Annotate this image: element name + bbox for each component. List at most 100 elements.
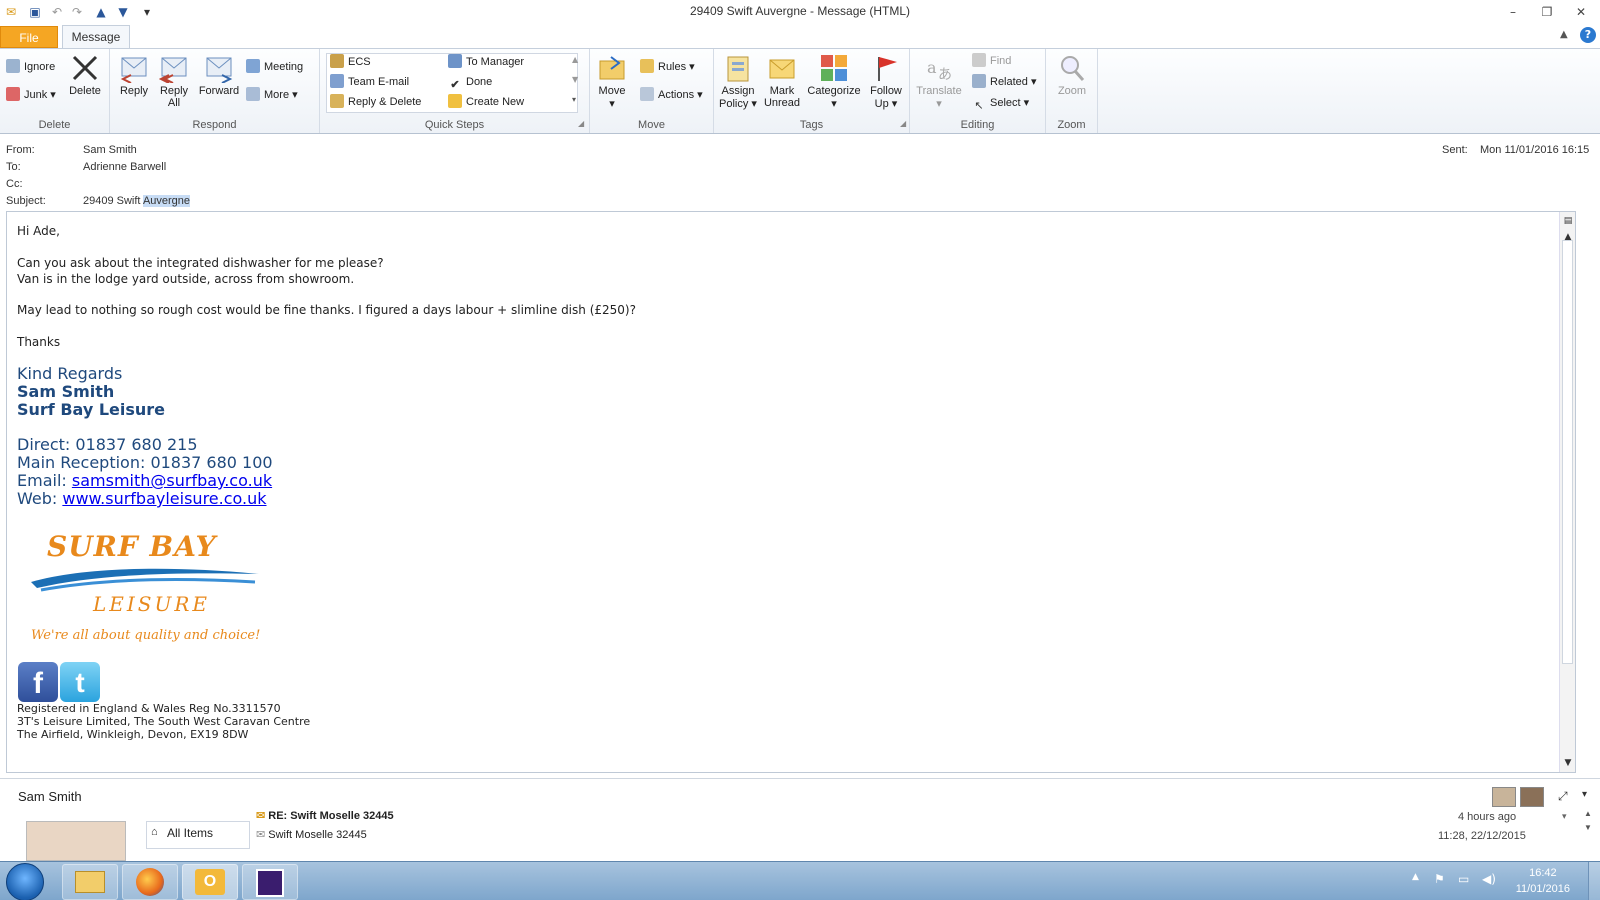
ignore-button[interactable]: Ignore <box>6 58 55 76</box>
firefox-icon <box>136 868 164 896</box>
gallery-up-icon[interactable]: ▲ <box>572 55 578 64</box>
from-value[interactable]: Sam Smith <box>83 144 137 156</box>
signature-reception: Main Reception: 01837 680 100 <box>17 453 273 472</box>
home-icon: ⌂ <box>151 826 158 838</box>
gallery-down-icon[interactable]: ▼ <box>572 75 578 84</box>
tab-file[interactable]: File <box>0 26 58 48</box>
outlook-icon: O <box>195 869 225 895</box>
mark-unread-button[interactable]: Mark Unread <box>762 53 802 109</box>
follow-up-button[interactable]: Follow Up ▾ <box>866 53 906 110</box>
categorize-button[interactable]: Categorize ▾ <box>804 53 864 110</box>
reply-all-button[interactable]: Reply All <box>156 53 192 109</box>
quick-step-create-new[interactable]: Create New <box>448 93 524 111</box>
logo-text-leisure: LEISURE <box>93 592 210 616</box>
avatar[interactable] <box>1520 787 1544 807</box>
scroll-up-icon[interactable]: ▲ <box>1584 809 1592 818</box>
to-label: To: <box>6 161 21 173</box>
volume-icon[interactable]: ◀) <box>1482 872 1496 886</box>
quick-step-ecs[interactable]: ECS <box>330 53 371 71</box>
contact-photo <box>26 821 126 861</box>
logo-wave-icon <box>31 568 259 592</box>
select-button[interactable]: ↖ Select ▾ <box>972 94 1029 112</box>
quick-step-to-manager[interactable]: To Manager <box>448 53 524 71</box>
more-button[interactable]: More ▾ <box>246 86 298 104</box>
minimize-button[interactable]: – <box>1498 2 1528 22</box>
footer-line-3: The Airfield, Winkleigh, Devon, EX19 8DW <box>17 728 249 741</box>
expand-icon[interactable]: ⤢ <box>1558 789 1568 804</box>
chevron-down-icon[interactable]: ▾ <box>1582 789 1587 800</box>
rules-button[interactable]: Rules ▾ <box>640 58 695 76</box>
find-button[interactable]: Find <box>972 52 1011 70</box>
scroll-down-icon[interactable]: ▼ <box>1584 823 1592 832</box>
related-button[interactable]: Related ▾ <box>972 73 1037 91</box>
close-button[interactable]: ✕ <box>1566 2 1596 22</box>
categorize-icon <box>821 55 847 81</box>
all-items-tab[interactable]: ⌂ All Items <box>146 821 250 849</box>
action-center-flag-icon[interactable]: ⚑ <box>1434 872 1445 886</box>
system-clock[interactable]: 16:42 11/01/2016 <box>1516 865 1570 897</box>
move-group: Move ▾ Rules ▾ Actions ▾ Move <box>590 49 714 133</box>
message-header: From: Sam Smith To: Adrienne Barwell Cc:… <box>0 134 1600 210</box>
junk-button[interactable]: Junk ▾ <box>6 86 56 104</box>
signature-name: Sam Smith <box>17 382 115 401</box>
quick-steps-group: ECS Team E-mail Reply & Delete To Manage… <box>320 49 590 133</box>
page-icon[interactable]: ▤ <box>1560 214 1576 228</box>
facebook-icon[interactable]: f <box>18 662 58 702</box>
quick-step-reply-delete[interactable]: Reply & Delete <box>330 93 421 111</box>
signature-regards: Kind Regards <box>17 364 123 383</box>
quick-step-team-email[interactable]: Team E-mail <box>330 73 409 91</box>
forward-button[interactable]: Forward <box>196 53 242 97</box>
outlook-taskbar-button[interactable]: O <box>182 864 238 900</box>
list-item[interactable]: ✉ Swift Moselle 32445 <box>256 828 367 841</box>
tab-message[interactable]: Message <box>62 25 130 49</box>
to-value[interactable]: Adrienne Barwell <box>83 161 166 173</box>
people-pane-name: Sam Smith <box>18 789 82 804</box>
firefox-taskbar-button[interactable] <box>122 864 178 900</box>
avatar[interactable] <box>1492 787 1516 807</box>
help-icon[interactable]: ? <box>1580 27 1596 43</box>
explorer-taskbar-button[interactable] <box>62 864 118 900</box>
ribbon-tabs: File Message ▲ ? <box>0 24 1600 49</box>
mark-unread-icon <box>769 59 795 79</box>
assign-policy-icon <box>727 56 749 82</box>
done-check-icon: ✔ <box>450 79 460 91</box>
scrollbar-thumb[interactable] <box>1562 240 1573 664</box>
scroll-down-icon[interactable]: ▼ <box>1560 756 1576 770</box>
assign-policy-button[interactable]: Assign Policy ▾ <box>716 53 760 110</box>
footer-line-1: Registered in England & Wales Reg No.331… <box>17 702 281 715</box>
start-button[interactable] <box>6 863 44 900</box>
zoom-button[interactable]: Zoom <box>1050 53 1094 97</box>
from-label: From: <box>6 144 35 156</box>
taskbar: O ▲ ⚑ ▭ ◀) 16:42 11/01/2016 <box>0 861 1600 900</box>
chevron-down-icon[interactable]: ▾ <box>1562 811 1567 822</box>
show-desktop-button[interactable] <box>1588 862 1600 900</box>
actions-button[interactable]: Actions ▾ <box>640 86 703 104</box>
quick-step-done[interactable]: ✔ Done <box>448 73 492 91</box>
rules-icon <box>640 59 654 73</box>
app-taskbar-button[interactable] <box>242 864 298 900</box>
title-bar: ✉ ▣ ↶ ↷ ▲ ▼ ▾ 29409 Swift Auvergne - Mes… <box>0 0 1600 24</box>
list-item[interactable]: ✉ RE: Swift Moselle 32445 <box>256 809 394 822</box>
show-hidden-icons-icon[interactable]: ▲ <box>1412 872 1419 882</box>
mail-read-icon: ✉ <box>256 829 266 841</box>
body-line-2: Van is in the lodge yard outside, across… <box>17 272 355 286</box>
delete-button[interactable]: Delete <box>64 53 106 97</box>
group-label-move: Move <box>638 119 665 131</box>
gallery-more-icon[interactable]: ▾ <box>572 95 576 104</box>
people-pane: Sam Smith ⤢ ▾ ⌂ All Items ✉ RE: Swift Mo… <box>0 778 1600 861</box>
surf-bay-logo: SURF BAY LEISURE We're all about quality… <box>27 530 267 660</box>
translate-button[interactable]: aあ Translate ▾ <box>912 53 966 110</box>
network-icon[interactable]: ▭ <box>1458 872 1469 886</box>
twitter-icon[interactable]: t <box>60 662 100 702</box>
reply-button[interactable]: Reply <box>116 53 152 97</box>
restore-button[interactable]: ❐ <box>1532 2 1562 22</box>
junk-icon <box>6 87 20 101</box>
web-link[interactable]: www.surfbayleisure.co.uk <box>62 489 266 508</box>
collapse-ribbon-icon[interactable]: ▲ <box>1560 29 1568 40</box>
email-link[interactable]: samsmith@surfbay.co.uk <box>72 471 272 490</box>
move-button[interactable]: Move ▾ <box>594 53 630 110</box>
clock-date: 11/01/2016 <box>1515 883 1570 895</box>
find-binoculars-icon <box>972 53 986 67</box>
body-scrollbar[interactable]: ▤ ▲ ▼ <box>1559 212 1575 772</box>
meeting-button[interactable]: Meeting <box>246 58 303 76</box>
